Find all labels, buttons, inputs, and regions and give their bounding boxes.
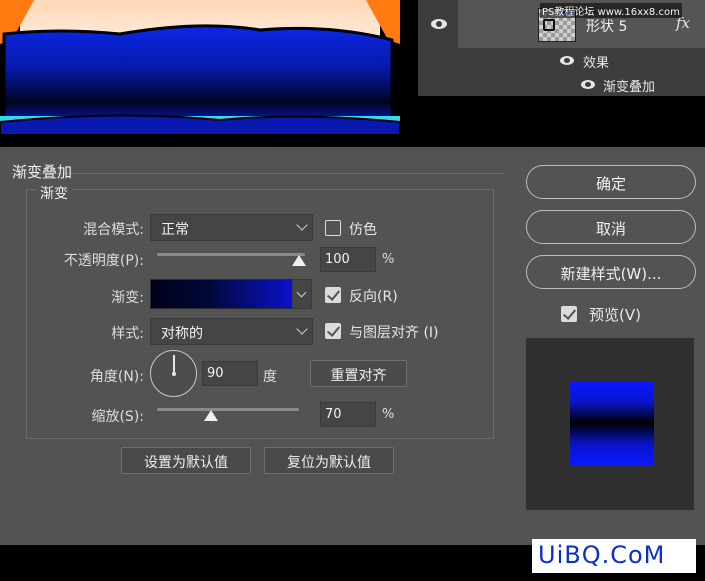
angle-input[interactable]: 90 — [202, 361, 258, 386]
watermark-text: PS教程论坛 www.16xx8.com — [540, 3, 682, 18]
chevron-down-icon — [296, 219, 308, 231]
blend-mode-label: 混合模式: — [83, 222, 144, 238]
ok-button[interactable]: 确定 — [526, 165, 696, 199]
dither-label: 仿色 — [349, 222, 377, 238]
dialog-title: 渐变叠加 — [12, 163, 73, 181]
gradient-dropdown-button[interactable] — [292, 279, 312, 309]
style-select[interactable]: 对称的 — [150, 318, 313, 345]
opacity-slider-thumb[interactable] — [292, 255, 306, 266]
preview-label: 预览(V) — [589, 306, 641, 324]
opacity-unit: % — [382, 252, 395, 267]
gradient-overlay-effect[interactable]: 渐变叠加 — [603, 76, 655, 95]
gradient-label: 渐变: — [111, 290, 144, 306]
new-style-button[interactable]: 新建样式(W)... — [526, 255, 696, 289]
align-with-layer-label: 与图层对齐 (I) — [349, 325, 439, 341]
reverse-checkbox[interactable] — [325, 287, 341, 303]
scale-slider-thumb[interactable] — [204, 410, 218, 421]
reset-to-default-button[interactable]: 复位为默认值 — [264, 447, 394, 474]
preview-checkbox[interactable] — [561, 306, 577, 322]
preview-swatch — [570, 381, 654, 465]
opacity-label: 不透明度(P): — [63, 253, 144, 269]
scale-unit: % — [382, 407, 395, 422]
link-icon — [543, 19, 555, 31]
style-value: 对称的 — [161, 326, 203, 342]
gradient-picker[interactable] — [150, 279, 292, 309]
chevron-down-icon — [296, 287, 307, 298]
gradient-overlay-dialog: 渐变叠加 渐变 混合模式: 正常 仿色 不透明度(P): 100 % 渐变: 反… — [0, 147, 705, 545]
effects-label[interactable]: 效果 — [583, 52, 609, 71]
blend-mode-select[interactable]: 正常 — [150, 214, 313, 241]
group-title: 渐变 — [36, 183, 72, 203]
opacity-input[interactable]: 100 — [320, 247, 376, 272]
dither-checkbox[interactable] — [325, 220, 341, 236]
scale-slider-track[interactable] — [157, 408, 299, 411]
angle-dial[interactable] — [150, 350, 197, 397]
eye-icon[interactable] — [560, 56, 574, 65]
eye-icon[interactable] — [581, 80, 595, 89]
divider — [10, 173, 504, 174]
make-default-button[interactable]: 设置为默认值 — [121, 447, 251, 474]
eye-icon[interactable] — [431, 19, 447, 29]
angle-unit: 度 — [263, 369, 277, 385]
site-logo: UiBQ.CoM — [532, 539, 696, 573]
chevron-down-icon — [296, 323, 308, 335]
angle-label: 角度(N): — [89, 369, 144, 385]
angle-dial-center — [172, 372, 176, 376]
cancel-button[interactable]: 取消 — [526, 210, 696, 244]
reset-alignment-button[interactable]: 重置对齐 — [310, 360, 407, 387]
layer-name[interactable]: 形状 5 — [586, 16, 627, 36]
align-with-layer-checkbox[interactable] — [325, 323, 341, 339]
scale-input[interactable]: 70 — [320, 402, 376, 427]
blend-mode-value: 正常 — [161, 222, 189, 238]
opacity-slider-track[interactable] — [157, 253, 305, 256]
style-label: 样式: — [111, 326, 144, 342]
scale-label: 缩放(S): — [91, 409, 144, 425]
reverse-label: 反向(R) — [349, 289, 398, 305]
canvas-artwork — [0, 0, 400, 135]
